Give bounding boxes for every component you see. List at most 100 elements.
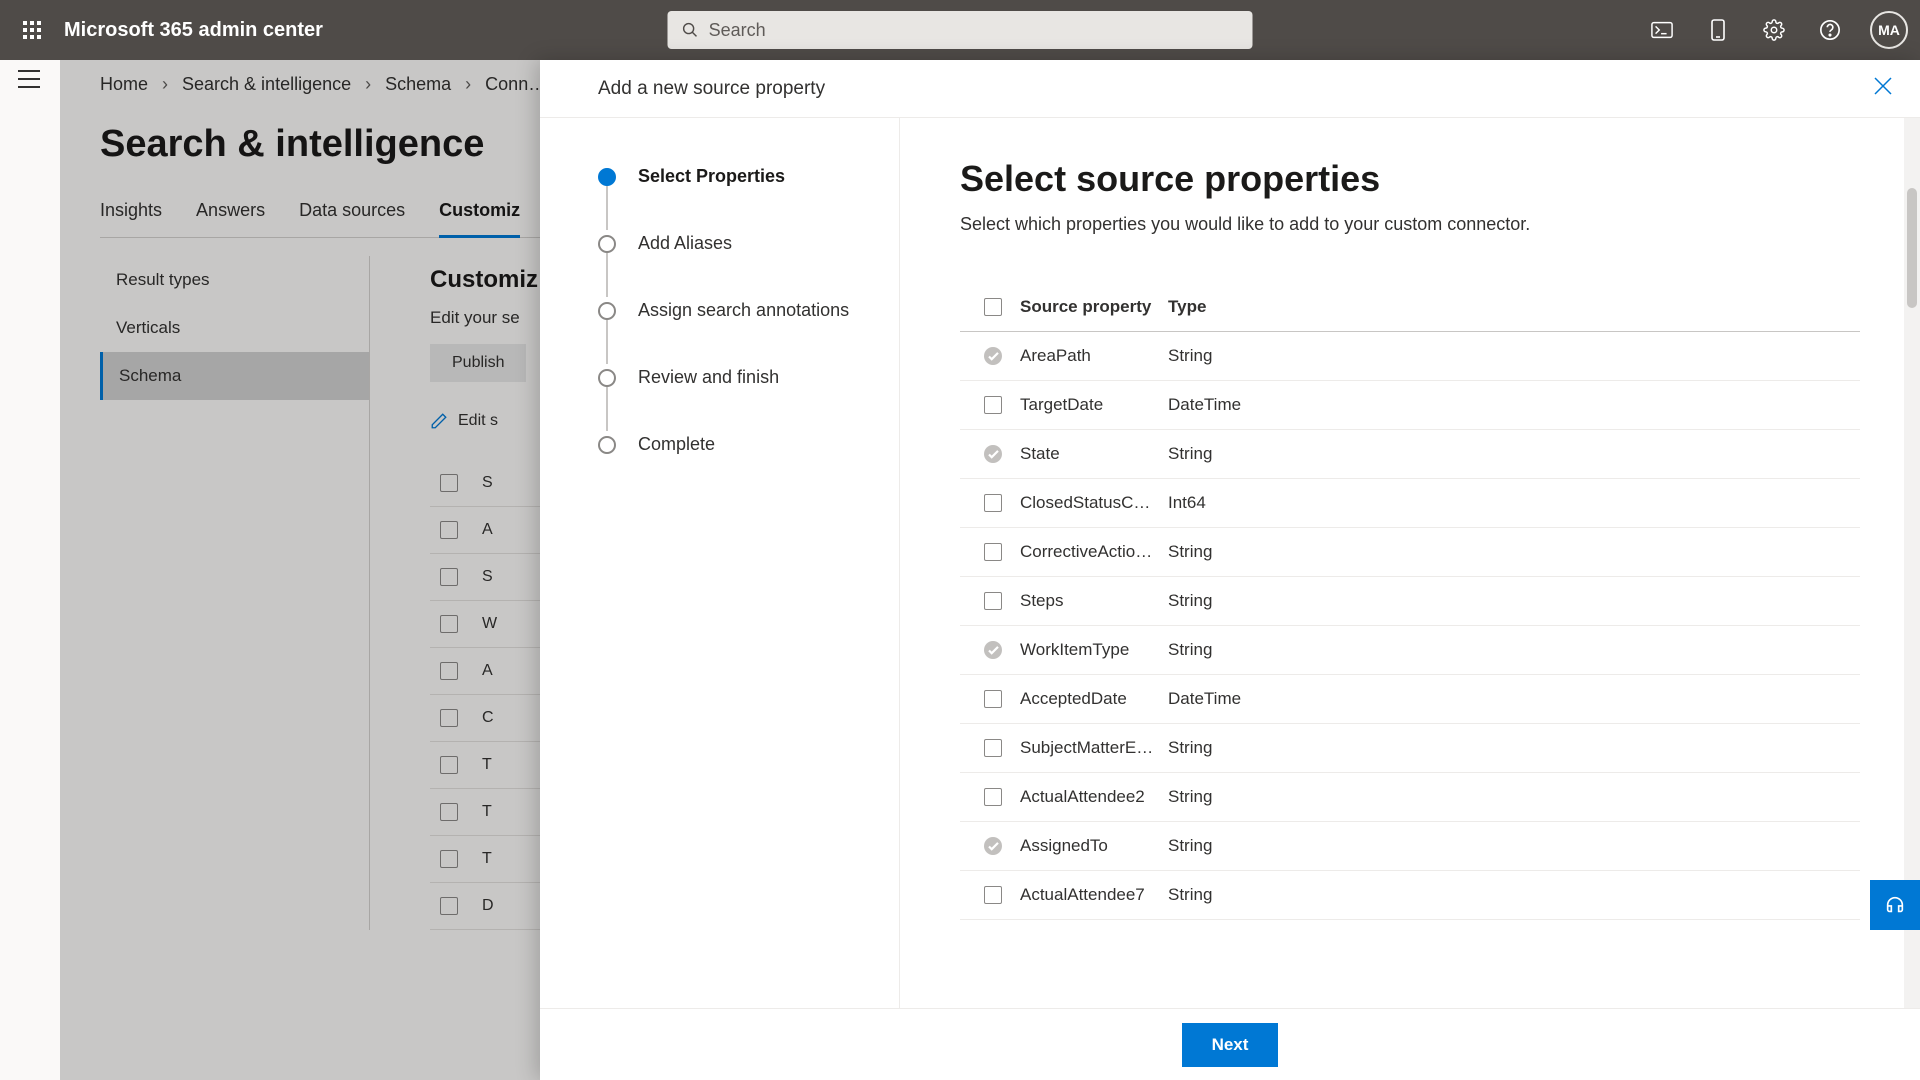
- table-row[interactable]: AssignedTo String: [960, 822, 1860, 871]
- settings-gear-icon[interactable]: [1758, 14, 1790, 46]
- panel-footer: Next: [540, 1008, 1920, 1080]
- property-name: AssignedTo: [1020, 836, 1168, 856]
- property-name: AreaPath: [1020, 346, 1168, 366]
- step-indicator-icon: [598, 369, 616, 387]
- row-checkbox[interactable]: [984, 396, 1002, 414]
- table-row[interactable]: State String: [960, 430, 1860, 479]
- row-checkbox[interactable]: [984, 494, 1002, 512]
- account-avatar[interactable]: MA: [1870, 11, 1908, 49]
- property-type: String: [1168, 738, 1308, 758]
- property-type: String: [1168, 640, 1308, 660]
- wizard-step[interactable]: Assign search annotations: [598, 300, 859, 321]
- search-container: [668, 11, 1253, 49]
- checkmark-icon[interactable]: [984, 837, 1002, 855]
- step-label: Assign search annotations: [638, 300, 849, 321]
- table-row[interactable]: AcceptedDate DateTime: [960, 675, 1860, 724]
- property-type: String: [1168, 591, 1308, 611]
- main-region: Home › Search & intelligence › Schema › …: [0, 60, 1920, 1080]
- nav-toggle-icon[interactable]: [18, 70, 42, 94]
- property-name: ActualAttendee7: [1020, 885, 1168, 905]
- wizard-step[interactable]: Select Properties: [598, 166, 859, 187]
- property-name: State: [1020, 444, 1168, 464]
- step-indicator-icon: [598, 302, 616, 320]
- row-checkbox[interactable]: [984, 690, 1002, 708]
- step-indicator-icon: [598, 168, 616, 186]
- scrollbar-track[interactable]: [1904, 118, 1920, 1008]
- property-name: AcceptedDate: [1020, 689, 1168, 709]
- table-row[interactable]: AreaPath String: [960, 332, 1860, 381]
- mobile-icon[interactable]: [1702, 14, 1734, 46]
- feedback-button[interactable]: [1870, 880, 1920, 930]
- scrollbar-thumb[interactable]: [1907, 188, 1917, 308]
- property-type: String: [1168, 836, 1308, 856]
- property-name: ClosedStatusCode: [1020, 493, 1168, 513]
- app-title: Microsoft 365 admin center: [64, 19, 323, 42]
- close-icon: [1874, 77, 1892, 95]
- property-name: Steps: [1020, 591, 1168, 611]
- row-checkbox[interactable]: [984, 592, 1002, 610]
- step-label: Add Aliases: [638, 233, 732, 254]
- property-type: String: [1168, 885, 1308, 905]
- step-label: Review and finish: [638, 367, 779, 388]
- panel-main: Select source properties Select which pr…: [900, 118, 1920, 1008]
- wizard-stepper: Select Properties Add Aliases Assign searc…: [540, 118, 900, 1008]
- property-type: String: [1168, 444, 1308, 464]
- nav-rail: [0, 60, 60, 1080]
- property-type: DateTime: [1168, 689, 1308, 709]
- table-row[interactable]: Steps String: [960, 577, 1860, 626]
- panel-main-heading: Select source properties: [960, 158, 1860, 200]
- property-type: String: [1168, 346, 1308, 366]
- search-input[interactable]: [709, 20, 1239, 41]
- next-button[interactable]: Next: [1182, 1023, 1279, 1067]
- close-panel-button[interactable]: [1874, 77, 1892, 101]
- wizard-step[interactable]: Review and finish: [598, 367, 859, 388]
- property-name: TargetDate: [1020, 395, 1168, 415]
- panel-body: Select Properties Add Aliases Assign searc…: [540, 118, 1920, 1008]
- property-name: SubjectMatterEx…: [1020, 738, 1168, 758]
- property-type: DateTime: [1168, 395, 1308, 415]
- property-name: ActualAttendee2: [1020, 787, 1168, 807]
- row-checkbox[interactable]: [984, 788, 1002, 806]
- table-row[interactable]: SubjectMatterEx… String: [960, 724, 1860, 773]
- search-box[interactable]: [668, 11, 1253, 49]
- step-label: Select Properties: [638, 166, 785, 187]
- search-icon: [682, 21, 699, 39]
- table-header-row: Source property Type: [960, 283, 1860, 332]
- property-name: WorkItemType: [1020, 640, 1168, 660]
- add-source-property-panel: Add a new source property Select Propert…: [540, 60, 1920, 1080]
- app-launcher-icon[interactable]: [12, 10, 52, 50]
- wizard-step[interactable]: Complete: [598, 434, 859, 455]
- row-checkbox[interactable]: [984, 886, 1002, 904]
- page-content: Home › Search & intelligence › Schema › …: [60, 60, 1920, 1080]
- header-actions: MA: [1646, 11, 1908, 49]
- checkmark-icon[interactable]: [984, 445, 1002, 463]
- property-name: CorrectiveAction…: [1020, 542, 1168, 562]
- panel-main-subheading: Select which properties you would like t…: [960, 214, 1860, 235]
- wizard-step[interactable]: Add Aliases: [598, 233, 859, 254]
- top-header: Microsoft 365 admin center MA: [0, 0, 1920, 60]
- table-row[interactable]: ClosedStatusCode Int64: [960, 479, 1860, 528]
- select-all-checkbox[interactable]: [966, 298, 1020, 316]
- checkmark-icon[interactable]: [984, 347, 1002, 365]
- column-header-name[interactable]: Source property: [1020, 297, 1168, 317]
- row-checkbox[interactable]: [984, 739, 1002, 757]
- table-row[interactable]: WorkItemType String: [960, 626, 1860, 675]
- property-type: String: [1168, 787, 1308, 807]
- source-property-table: Source property Type AreaPath String Tar…: [960, 283, 1860, 920]
- help-icon[interactable]: [1814, 14, 1846, 46]
- table-row[interactable]: TargetDate DateTime: [960, 381, 1860, 430]
- property-type: String: [1168, 542, 1308, 562]
- step-indicator-icon: [598, 436, 616, 454]
- table-row[interactable]: ActualAttendee2 String: [960, 773, 1860, 822]
- column-header-type[interactable]: Type: [1168, 297, 1308, 317]
- table-row[interactable]: CorrectiveAction… String: [960, 528, 1860, 577]
- table-row[interactable]: ActualAttendee7 String: [960, 871, 1860, 920]
- row-checkbox[interactable]: [984, 543, 1002, 561]
- cloud-shell-icon[interactable]: [1646, 14, 1678, 46]
- checkmark-icon[interactable]: [984, 641, 1002, 659]
- step-label: Complete: [638, 434, 715, 455]
- headset-icon: [1884, 894, 1906, 916]
- panel-title: Add a new source property: [598, 78, 825, 100]
- panel-header: Add a new source property: [540, 60, 1920, 118]
- step-indicator-icon: [598, 235, 616, 253]
